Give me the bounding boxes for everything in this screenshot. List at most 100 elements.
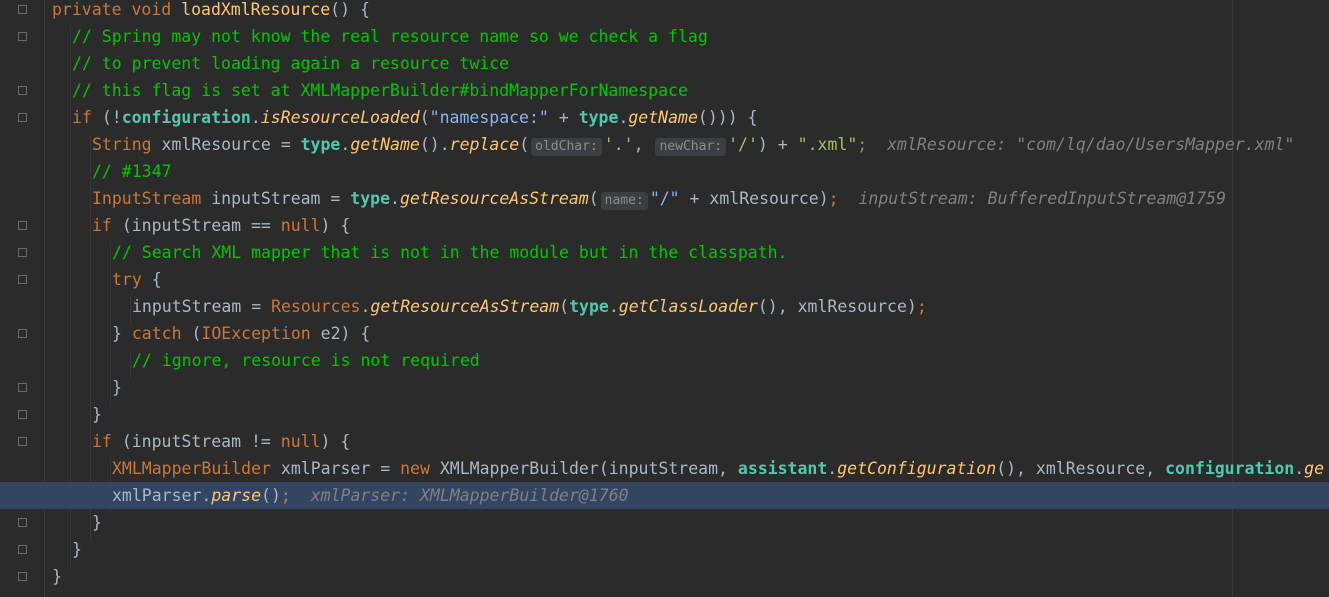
method-call: getName xyxy=(628,108,698,127)
semicolon: ; xyxy=(916,297,927,316)
code-line-16[interactable]: } xyxy=(52,401,1329,428)
type-name: InputStream xyxy=(92,189,212,208)
field: assistant xyxy=(737,459,828,478)
code-text: , xyxy=(633,135,654,154)
char-literal: '.' xyxy=(603,135,634,154)
method-call: getResourceAsStream xyxy=(399,189,589,208)
fold-icon[interactable] xyxy=(18,32,27,41)
code-text: . xyxy=(1294,459,1305,478)
code-line-18[interactable]: XMLMapperBuilder xmlParser = new XMLMapp… xyxy=(52,455,1329,482)
code-text: ( xyxy=(559,297,570,316)
string-literal: ".xml" xyxy=(797,135,858,154)
code-text: . xyxy=(827,459,838,478)
method-name: loadXmlResource xyxy=(181,0,331,19)
code-text: ) + xyxy=(757,135,798,154)
code-line-10[interactable]: // Search XML mapper that is not in the … xyxy=(52,239,1329,266)
fold-icon[interactable] xyxy=(18,545,27,554)
code-line-22[interactable]: } xyxy=(52,563,1329,590)
code-text: (), xmlResource) xyxy=(757,297,917,316)
keyword: new xyxy=(400,459,440,478)
field: type xyxy=(350,189,391,208)
code-text: xmlParser. xyxy=(112,486,212,505)
parameter-hint: oldChar: xyxy=(531,138,602,156)
code-line-7[interactable]: // #1347 xyxy=(52,158,1329,185)
code-line-11[interactable]: try { xyxy=(52,266,1329,293)
fold-icon[interactable] xyxy=(18,113,27,122)
code-text: (), xmlResource, xyxy=(996,459,1166,478)
fold-icon[interactable] xyxy=(18,383,27,392)
code-line-19-current-execution[interactable]: xmlParser.parse(); xmlParser: XMLMapperB… xyxy=(0,482,1329,509)
keyword: if xyxy=(92,216,122,235)
fold-icon[interactable] xyxy=(18,221,27,230)
code-text: . xyxy=(250,108,261,127)
code-text: } xyxy=(72,540,82,559)
method-call: ge xyxy=(1304,459,1325,478)
code-line-2[interactable]: // Spring may not know the real resource… xyxy=(52,23,1329,50)
code-line-20[interactable]: } xyxy=(52,509,1329,536)
code-line-5[interactable]: if (!configuration.isResourceLoaded("nam… xyxy=(52,104,1329,131)
field: configuration xyxy=(1165,459,1295,478)
inline-debug-value: xmlParser: XMLMapperBuilder@1760 xyxy=(310,486,629,505)
code-line-4[interactable]: // this flag is set at XMLMapperBuilder#… xyxy=(52,77,1329,104)
code-text: (inputStream, xyxy=(598,459,738,478)
code-text: xmlParser = xyxy=(280,459,401,478)
method-call: isResourceLoaded xyxy=(260,108,420,127)
type-name: String xyxy=(92,135,162,154)
code-text: ( xyxy=(419,108,430,127)
code-line-12[interactable]: inputStream = Resources.getResourceAsStr… xyxy=(52,293,1329,320)
code-line-21[interactable]: } xyxy=(52,536,1329,563)
comment: // Search XML mapper that is not in the … xyxy=(112,243,788,262)
parameter-hint: newChar: xyxy=(655,138,727,156)
fold-icon[interactable] xyxy=(18,86,27,95)
type-name: XMLMapperBuilder xyxy=(112,459,281,478)
fold-icon[interactable] xyxy=(18,275,27,284)
code-line-9[interactable]: if (inputStream == null) { xyxy=(52,212,1329,239)
type-name: Resources xyxy=(271,297,361,316)
semicolon: ; xyxy=(280,486,291,505)
fold-icon[interactable] xyxy=(18,248,27,257)
comment: // #1347 xyxy=(92,162,172,181)
code-line-1[interactable]: private void loadXmlResource() { xyxy=(52,0,1329,23)
code-text: (). xyxy=(419,135,450,154)
code-text: } xyxy=(92,405,102,424)
code-text: + xmlResource) xyxy=(679,189,829,208)
code-line-8[interactable]: InputStream inputStream = type.getResour… xyxy=(52,185,1329,212)
fold-icon[interactable] xyxy=(18,5,27,14)
comment: // Spring may not know the real resource… xyxy=(72,27,708,46)
code-text: { xyxy=(151,270,162,289)
field: type xyxy=(578,108,619,127)
type-name: XMLMapperBuilder xyxy=(439,459,599,478)
semicolon: ; xyxy=(828,189,839,208)
field: configuration xyxy=(121,108,251,127)
method-call: getName xyxy=(350,135,420,154)
code-line-13[interactable]: } catch (IOException e2) { xyxy=(52,320,1329,347)
fold-icon[interactable] xyxy=(18,410,27,419)
code-text: (inputStream == xyxy=(121,216,281,235)
code-line-17[interactable]: if (inputStream != null) { xyxy=(52,428,1329,455)
code-line-14[interactable]: // ignore, resource is not required xyxy=(52,347,1329,374)
comment: // this flag is set at XMLMapperBuilder#… xyxy=(72,81,688,100)
fold-icon[interactable] xyxy=(18,329,27,338)
code-text: . xyxy=(390,189,400,208)
code-line-15[interactable]: } xyxy=(52,374,1329,401)
parameter-hint: name: xyxy=(600,192,648,210)
fold-icon[interactable] xyxy=(18,437,27,446)
code-line-3[interactable]: // to prevent loading again a resource t… xyxy=(52,50,1329,77)
code-line-6[interactable]: String xmlResource = type.getName().repl… xyxy=(52,131,1329,158)
code-text: . xyxy=(360,297,371,316)
code-text: (! xyxy=(101,108,122,127)
field: type xyxy=(300,135,341,154)
keyword: null xyxy=(280,216,321,235)
code-text: } xyxy=(112,378,122,397)
code-text: inputStream = xyxy=(132,297,272,316)
inline-debug-value: xmlResource: "com/lq/dao/UsersMapper.xml… xyxy=(887,135,1295,154)
method-call: getResourceAsStream xyxy=(370,297,560,316)
code-text: ( xyxy=(588,189,599,208)
code-text: () { xyxy=(330,0,370,19)
code-text: } xyxy=(52,567,62,586)
keyword: if xyxy=(92,432,122,451)
method-call: replace xyxy=(449,135,520,154)
fold-icon[interactable] xyxy=(18,572,27,581)
fold-icon[interactable] xyxy=(18,518,27,527)
keyword: try xyxy=(112,270,152,289)
